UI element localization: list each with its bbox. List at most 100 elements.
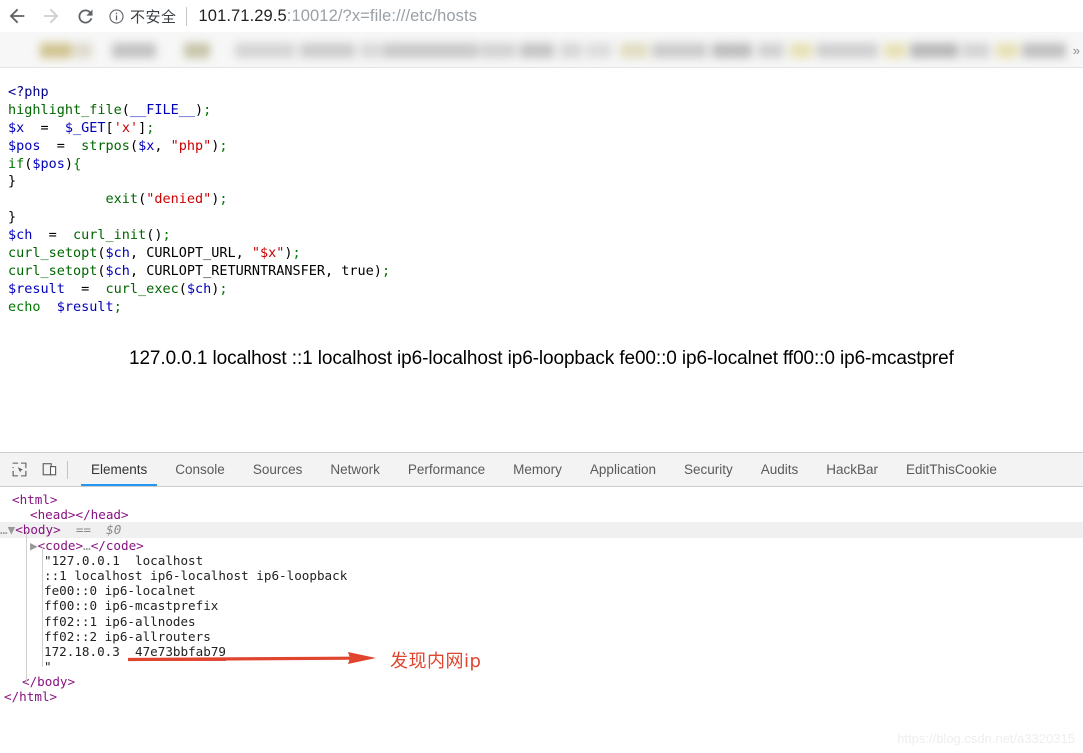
devtools-tab-audits[interactable]: Audits bbox=[747, 453, 813, 486]
code-token: $ch bbox=[106, 245, 130, 261]
code-token: = bbox=[32, 227, 73, 243]
code-token bbox=[41, 299, 57, 315]
address-bar[interactable]: 不安全 101.71.29.5:10012/?x=file:///etc/hos… bbox=[108, 0, 1083, 32]
url-display[interactable]: 101.71.29.5:10012/?x=file:///etc/hosts bbox=[187, 7, 478, 26]
dom-tree-line[interactable]: …▼<body> == $0 bbox=[0, 522, 1083, 537]
devtools-tab-network[interactable]: Network bbox=[316, 453, 394, 486]
url-path: /?x=file:///etc/hosts bbox=[338, 7, 477, 25]
bookmark-item-blurred[interactable] bbox=[112, 43, 156, 58]
code-token: 'x' bbox=[114, 120, 138, 136]
device-toolbar-icon bbox=[41, 461, 58, 478]
dom-tree-line[interactable]: ff00::0 ip6-mcastprefix bbox=[0, 598, 1083, 613]
dom-tree-line[interactable]: ff02::1 ip6-allnodes bbox=[0, 614, 1083, 629]
dom-tree-line[interactable]: <html> bbox=[0, 492, 1083, 507]
code-token: exit bbox=[106, 191, 139, 207]
devtools-tab-console[interactable]: Console bbox=[161, 453, 239, 486]
bookmark-item-blurred[interactable] bbox=[620, 43, 648, 58]
code-token: ; bbox=[382, 263, 390, 279]
bookmark-item-blurred[interactable] bbox=[360, 43, 380, 58]
bookmark-item-blurred[interactable] bbox=[996, 43, 1018, 58]
code-token: () bbox=[146, 227, 162, 243]
bookmark-item-blurred[interactable] bbox=[480, 43, 516, 58]
devtools-tab-editthiscookie[interactable]: EditThisCookie bbox=[892, 453, 1011, 486]
bookmarks-bar[interactable]: » bbox=[0, 32, 1083, 68]
code-token: ; bbox=[146, 120, 154, 136]
devtools-toolbar: ElementsConsoleSourcesNetworkPerformance… bbox=[0, 453, 1083, 487]
device-toolbar-button[interactable] bbox=[36, 457, 62, 483]
dom-tree-line[interactable]: ::1 localhost ip6-localhost ip6-loopback bbox=[0, 568, 1083, 583]
reload-icon bbox=[75, 6, 96, 27]
dom-tree-line[interactable]: "127.0.0.1 localhost bbox=[0, 553, 1083, 568]
code-token: ( bbox=[179, 281, 187, 297]
blog-watermark: https://blog.csdn.net/a3320315 bbox=[897, 731, 1075, 746]
devtools-tab-security[interactable]: Security bbox=[670, 453, 747, 486]
code-token: if bbox=[8, 156, 24, 172]
code-line: exit("denied"); bbox=[8, 191, 390, 209]
code-token: = bbox=[65, 281, 106, 297]
code-token: ; bbox=[219, 281, 227, 297]
devtools-toolbar-icons bbox=[0, 453, 77, 486]
code-token: = bbox=[41, 138, 82, 154]
dom-tree-line[interactable]: <head></head> bbox=[0, 507, 1083, 522]
bookmark-item-blurred[interactable] bbox=[758, 43, 784, 58]
php-source-listing: <?phphighlight_file(__FILE__);$x = $_GET… bbox=[8, 84, 390, 317]
bookmark-item-blurred[interactable] bbox=[382, 43, 478, 58]
code-token: $ch bbox=[8, 227, 32, 243]
dom-tree-line[interactable]: 172.18.0.3 47e73bbfab79 bbox=[0, 644, 1083, 659]
bookmark-item-blurred[interactable] bbox=[560, 43, 582, 58]
devtools-tab-performance[interactable]: Performance bbox=[394, 453, 499, 486]
code-line: } bbox=[8, 173, 390, 191]
code-token: "php" bbox=[171, 138, 212, 154]
security-indicator[interactable]: 不安全 bbox=[108, 6, 186, 27]
devtools-tab-sources[interactable]: Sources bbox=[239, 453, 317, 486]
bookmark-item-blurred[interactable] bbox=[235, 43, 295, 58]
devtools-tab-application[interactable]: Application bbox=[576, 453, 670, 486]
url-port: :10012 bbox=[287, 7, 338, 25]
back-button[interactable] bbox=[0, 0, 34, 32]
bookmark-item-blurred[interactable] bbox=[300, 43, 355, 58]
code-token: ( bbox=[97, 245, 105, 261]
bookmark-item-blurred[interactable] bbox=[884, 43, 906, 58]
bookmark-item-blurred[interactable] bbox=[652, 43, 707, 58]
dom-tree-line[interactable]: ff02::2 ip6-allrouters bbox=[0, 629, 1083, 644]
dom-tree-guide-line bbox=[42, 547, 43, 667]
code-token: = bbox=[24, 120, 65, 136]
bookmark-item-blurred[interactable] bbox=[1022, 43, 1066, 58]
bookmark-item-blurred[interactable] bbox=[712, 43, 752, 58]
dom-tree-line[interactable]: fe00::0 ip6-localnet bbox=[0, 583, 1083, 598]
dom-tree-line[interactable]: </html> bbox=[0, 689, 1083, 704]
code-token: ( bbox=[138, 191, 146, 207]
code-line: highlight_file(__FILE__); bbox=[8, 102, 390, 120]
bookmark-item-blurred[interactable] bbox=[586, 43, 612, 58]
code-token: $result bbox=[8, 281, 65, 297]
dom-tree-line[interactable]: </body> bbox=[0, 674, 1083, 689]
bookmark-item-blurred[interactable] bbox=[790, 43, 812, 58]
bookmark-item-blurred[interactable] bbox=[74, 43, 92, 58]
inspect-element-button[interactable] bbox=[6, 457, 32, 483]
code-token: <?php bbox=[8, 84, 49, 100]
devtools-tab-elements[interactable]: Elements bbox=[77, 453, 161, 486]
dom-tree-line[interactable]: ▶<code>…</code> bbox=[0, 538, 1083, 553]
bookmark-item-blurred[interactable] bbox=[40, 43, 72, 58]
bookmark-item-blurred[interactable] bbox=[910, 43, 958, 58]
code-token: $_GET bbox=[65, 120, 106, 136]
devtools-tab-hackbar[interactable]: HackBar bbox=[812, 453, 892, 486]
code-token: , bbox=[154, 138, 170, 154]
dom-tree-line[interactable]: " bbox=[0, 659, 1083, 674]
elements-dom-tree[interactable]: <html><head></head>…▼<body> == $0▶<code>… bbox=[0, 487, 1083, 705]
bookmark-item-blurred[interactable] bbox=[184, 43, 210, 58]
bookmarks-overflow-chevron-icon[interactable]: » bbox=[1073, 44, 1080, 57]
bookmark-item-blurred[interactable] bbox=[816, 43, 878, 58]
code-token: curl_setopt bbox=[8, 245, 97, 261]
reload-button[interactable] bbox=[68, 0, 102, 32]
bookmarks-blurred-items bbox=[0, 32, 1083, 68]
devtools-tab-memory[interactable]: Memory bbox=[499, 453, 576, 486]
forward-button[interactable] bbox=[34, 0, 68, 32]
code-token: $ch bbox=[187, 281, 211, 297]
bookmark-item-blurred[interactable] bbox=[520, 43, 554, 58]
code-token: ; bbox=[219, 138, 227, 154]
bookmark-item-blurred[interactable] bbox=[962, 43, 990, 58]
code-token: curl_exec bbox=[106, 281, 179, 297]
code-token: highlight_file bbox=[8, 102, 122, 118]
code-token: curl_init bbox=[73, 227, 146, 243]
